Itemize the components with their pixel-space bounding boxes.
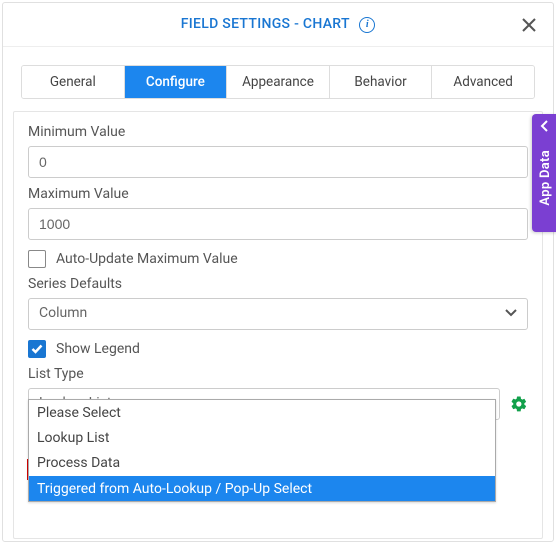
- tab-general[interactable]: General: [22, 66, 125, 98]
- side-tab-label: App Data: [538, 150, 553, 206]
- app-data-side-tab[interactable]: App Data: [532, 114, 556, 232]
- min-value-input[interactable]: [28, 146, 528, 178]
- dropdown-option-highlighted[interactable]: Triggered from Auto-Lookup / Pop-Up Sele…: [29, 476, 495, 501]
- series-defaults-select[interactable]: Column: [28, 298, 528, 330]
- info-icon[interactable]: i: [359, 17, 375, 33]
- max-value-label: Maximum Value: [28, 186, 528, 202]
- tab-behavior[interactable]: Behavior: [330, 66, 433, 98]
- auto-update-checkbox[interactable]: [28, 250, 46, 268]
- show-legend-checkbox[interactable]: [28, 340, 46, 358]
- auto-update-label: Auto-Update Maximum Value: [56, 251, 238, 267]
- gear-icon[interactable]: [510, 395, 528, 413]
- show-legend-label: Show Legend: [56, 341, 140, 357]
- tab-configure[interactable]: Configure: [125, 66, 228, 98]
- tab-appearance[interactable]: Appearance: [227, 66, 330, 98]
- min-value-label: Minimum Value: [28, 124, 528, 140]
- tab-advanced[interactable]: Advanced: [432, 66, 534, 98]
- dropdown-option[interactable]: Process Data: [29, 450, 495, 475]
- series-defaults-label: Series Defaults: [28, 276, 528, 292]
- configure-panel: Minimum Value Maximum Value Auto-Update …: [13, 111, 543, 539]
- dropdown-option[interactable]: Please Select: [29, 400, 495, 425]
- chevron-left-icon: [540, 120, 550, 136]
- dropdown-option[interactable]: Lookup List: [29, 425, 495, 450]
- max-value-input[interactable]: [28, 208, 528, 240]
- close-button[interactable]: [517, 13, 541, 37]
- list-type-dropdown: Please Select Lookup List Process Data T…: [28, 399, 496, 502]
- panel-title: FIELD SETTINGS - CHART: [181, 16, 350, 32]
- tabs: General Configure Appearance Behavior Ad…: [21, 65, 535, 99]
- list-type-label: List Type: [28, 366, 528, 382]
- panel-header: FIELD SETTINGS - CHART i: [3, 3, 553, 47]
